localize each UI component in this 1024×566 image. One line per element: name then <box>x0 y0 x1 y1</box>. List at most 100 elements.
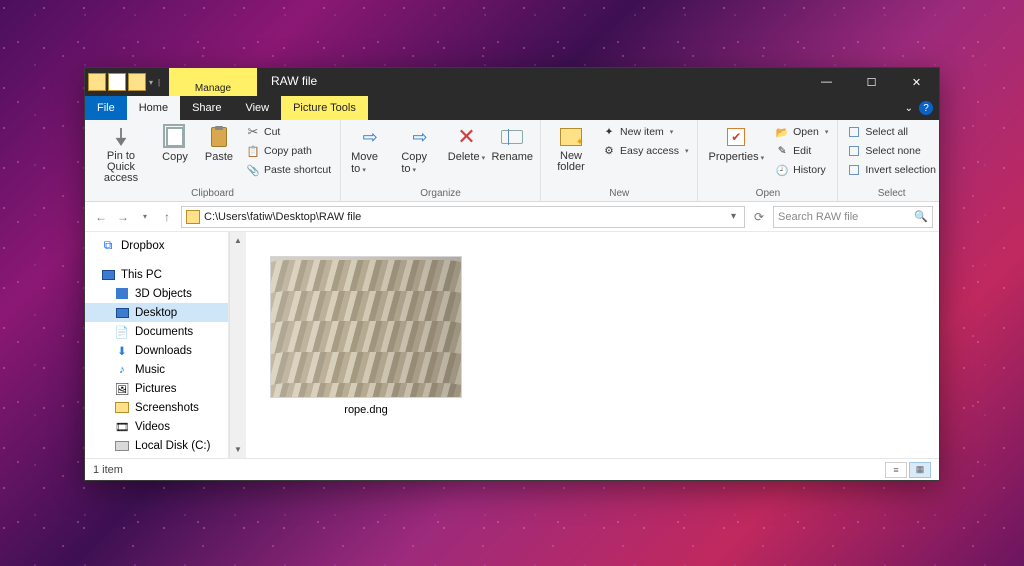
copy-label: Copy <box>162 151 188 163</box>
move-icon: ⇨ <box>357 124 383 150</box>
new-item-icon: ✦ <box>602 125 616 139</box>
tab-picture-tools[interactable]: Picture Tools <box>281 96 368 120</box>
history-icon: 🕘 <box>775 163 789 177</box>
content-pane[interactable]: rope.dng <box>246 232 939 458</box>
navigation-pane: ⧉Dropbox This PC 3D Objects Desktop 📄Doc… <box>85 232 229 458</box>
qat-dropdown-icon[interactable]: ▾ <box>147 73 155 91</box>
edit-icon: ✎ <box>775 144 789 158</box>
group-label: New <box>545 188 693 201</box>
refresh-button[interactable]: ⟳ <box>749 207 769 227</box>
copy-to-button[interactable]: ⇨ Copy to▾ <box>395 122 444 177</box>
copy-icon <box>166 127 184 147</box>
videos-icon: 🎞 <box>115 420 129 434</box>
qat-blank-icon[interactable] <box>108 73 126 91</box>
address-dropdown-icon[interactable]: ▾ <box>731 211 736 222</box>
address-path: C:\Users\fatiw\Desktop\RAW file <box>204 211 361 223</box>
easy-access-button[interactable]: ⚙Easy access▾ <box>599 142 691 160</box>
pin-icon <box>112 128 130 146</box>
tab-share[interactable]: Share <box>180 96 233 120</box>
nav-music[interactable]: ♪Music <box>85 360 228 379</box>
paste-shortcut-button[interactable]: 📎Paste shortcut <box>243 161 334 179</box>
properties-button[interactable]: ✔ Properties▾ <box>702 122 770 165</box>
group-label: Clipboard <box>89 188 336 201</box>
close-button[interactable]: ✕ <box>894 68 939 96</box>
nav-pictures[interactable]: 🖼Pictures <box>85 379 228 398</box>
paste-button[interactable]: Paste <box>197 122 241 165</box>
search-placeholder: Search RAW file <box>778 211 858 223</box>
move-to-button[interactable]: ⇨ Move to▾ <box>345 122 395 177</box>
folder-icon <box>186 210 200 224</box>
search-input[interactable]: Search RAW file 🔍 <box>773 206 933 228</box>
tab-view[interactable]: View <box>233 96 281 120</box>
new-item-button[interactable]: ✦New item▾ <box>599 123 691 141</box>
documents-icon: 📄 <box>115 325 129 339</box>
nav-this-pc[interactable]: This PC <box>85 265 228 284</box>
delete-button[interactable]: ✕ Delete▾ <box>444 122 488 165</box>
nav-screenshots[interactable]: Screenshots <box>85 398 228 417</box>
folder-icon[interactable] <box>88 73 106 91</box>
ribbon-group-open: ✔ Properties▾ 📂Open▾ ✎Edit 🕘History Open <box>698 120 838 201</box>
folder-icon[interactable] <box>128 73 146 91</box>
recent-dropdown-icon[interactable]: ▾ <box>135 207 155 227</box>
dropbox-icon: ⧉ <box>101 239 115 253</box>
invert-selection-button[interactable]: Invert selection <box>844 161 939 179</box>
select-none-button[interactable]: Select none <box>844 142 939 160</box>
scroll-down-icon[interactable]: ▼ <box>230 441 246 458</box>
music-icon: ♪ <box>115 363 129 377</box>
select-all-icon <box>849 127 859 137</box>
minimize-button[interactable]: — <box>804 68 849 96</box>
rename-button[interactable]: Rename <box>488 122 536 165</box>
file-item[interactable]: rope.dng <box>270 256 462 416</box>
large-icons-view-button[interactable]: ▦ <box>909 462 931 478</box>
help-icon[interactable]: ? <box>919 101 933 115</box>
details-view-button[interactable]: ≡ <box>885 462 907 478</box>
nav-downloads[interactable]: ⬇Downloads <box>85 341 228 360</box>
nav-dropbox[interactable]: ⧉Dropbox <box>85 236 228 255</box>
tab-home[interactable]: Home <box>127 96 180 120</box>
history-button[interactable]: 🕘History <box>772 161 831 179</box>
contextual-tab-manage[interactable]: Manage <box>169 68 257 96</box>
up-button[interactable]: ↑ <box>157 207 177 227</box>
folder-icon <box>115 402 129 413</box>
new-folder-button[interactable]: New folder <box>545 122 597 175</box>
new-folder-label: New folder <box>551 151 591 173</box>
edit-button[interactable]: ✎Edit <box>772 142 831 160</box>
select-none-icon <box>849 146 859 156</box>
collapse-ribbon-icon[interactable]: ⌄ <box>905 103 913 114</box>
open-button[interactable]: 📂Open▾ <box>772 123 831 141</box>
nav-scrollbar[interactable]: ▲ ▼ <box>229 232 246 458</box>
pictures-icon: 🖼 <box>115 382 129 396</box>
drive-icon <box>115 441 129 451</box>
copy-to-icon: ⇨ <box>407 124 433 150</box>
copy-button[interactable]: Copy <box>153 122 197 165</box>
explorer-body: ⧉Dropbox This PC 3D Objects Desktop 📄Doc… <box>85 232 939 458</box>
downloads-icon: ⬇ <box>115 344 129 358</box>
move-label: Move to▾ <box>351 151 389 175</box>
ribbon-group-organize: ⇨ Move to▾ ⇨ Copy to▾ ✕ Delete▾ Rename O… <box>341 120 541 201</box>
file-explorer-window: ▾ | Manage RAW file — ☐ ✕ File Home Shar… <box>84 67 940 481</box>
rename-icon <box>501 130 523 144</box>
file-thumbnail <box>270 256 462 398</box>
group-label: Open <box>702 188 833 201</box>
ribbon-group-new: New folder ✦New item▾ ⚙Easy access▾ New <box>541 120 698 201</box>
copy-path-button[interactable]: 📋Copy path <box>243 142 334 160</box>
address-bar[interactable]: C:\Users\fatiw\Desktop\RAW file ▾ <box>181 206 745 228</box>
scroll-up-icon[interactable]: ▲ <box>230 232 246 249</box>
nav-videos[interactable]: 🎞Videos <box>85 417 228 436</box>
select-all-button[interactable]: Select all <box>844 123 939 141</box>
back-button[interactable]: ← <box>91 207 111 227</box>
nav-local-c[interactable]: Local Disk (C:) <box>85 436 228 455</box>
forward-button[interactable]: → <box>113 207 133 227</box>
new-folder-icon <box>560 128 582 146</box>
maximize-button[interactable]: ☐ <box>849 68 894 96</box>
divider: | <box>155 73 163 91</box>
nav-3d-objects[interactable]: 3D Objects <box>85 284 228 303</box>
cut-button[interactable]: ✂Cut <box>243 123 334 141</box>
pin-to-quick-access-button[interactable]: Pin to Quick access <box>89 122 153 186</box>
item-count: 1 item <box>93 464 123 476</box>
invert-icon <box>849 165 859 175</box>
window-title: RAW file <box>257 68 331 96</box>
tab-file[interactable]: File <box>85 96 127 120</box>
nav-desktop[interactable]: Desktop <box>85 303 228 322</box>
nav-documents[interactable]: 📄Documents <box>85 322 228 341</box>
